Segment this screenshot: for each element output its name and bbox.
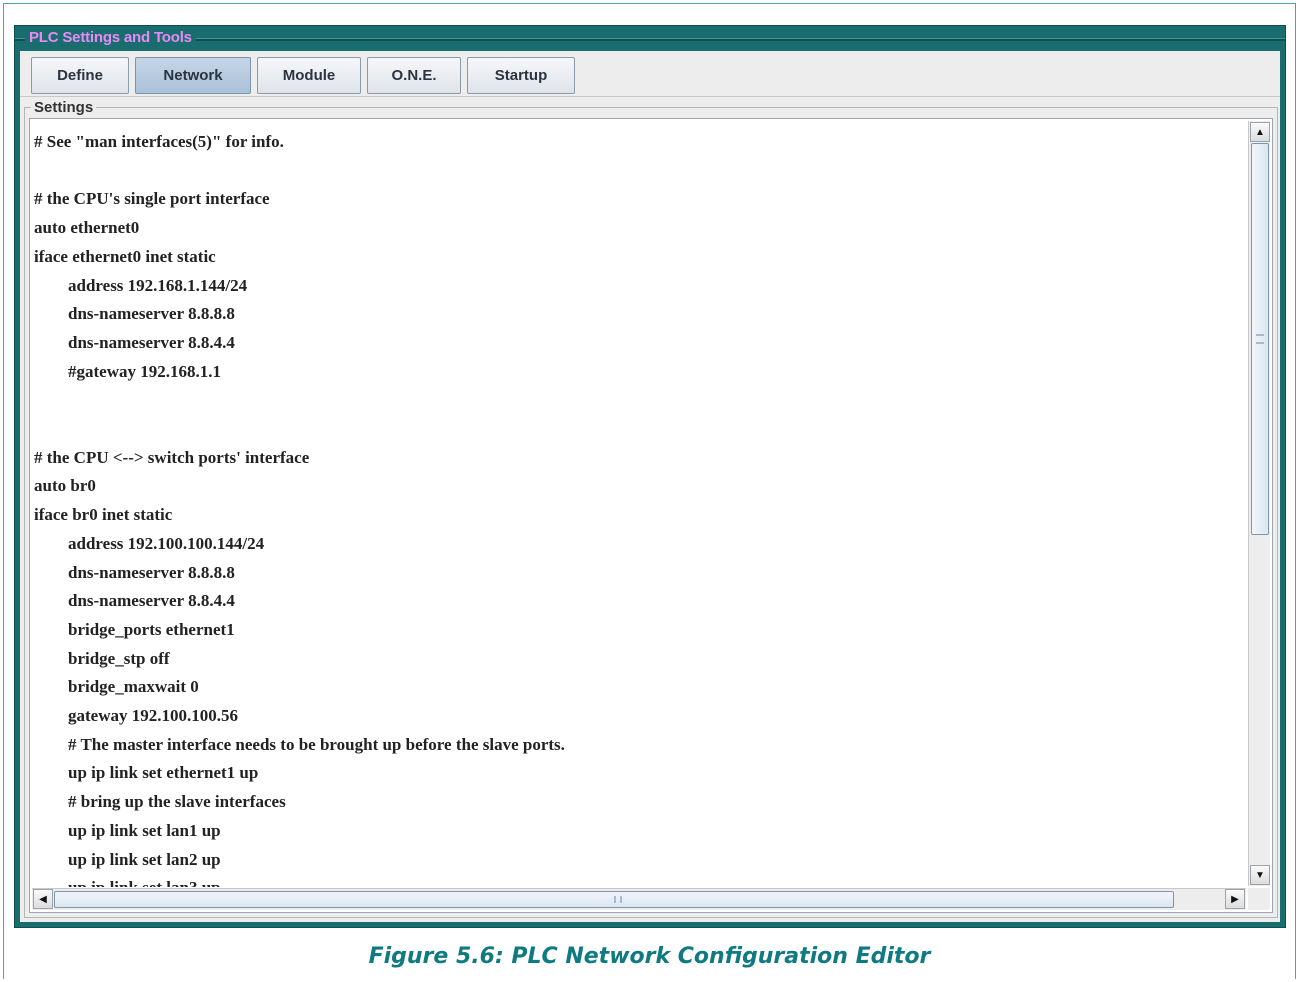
settings-legend: Settings	[31, 99, 97, 116]
config-editor[interactable]: # See "man interfaces(5)" for info. # th…	[29, 118, 1273, 913]
scroll-down-icon[interactable]: ▼	[1250, 865, 1270, 885]
window-titlebar: PLC Settings and Tools	[15, 26, 1285, 50]
horizontal-scroll-thumb[interactable]	[54, 891, 1174, 908]
vertical-scrollbar[interactable]: ▲ ▼	[1248, 121, 1270, 886]
tab-define[interactable]: Define	[31, 57, 129, 94]
tab-startup[interactable]: Startup	[467, 57, 575, 94]
vertical-thumb-grip	[1256, 334, 1264, 344]
tab-module[interactable]: Module	[257, 57, 361, 94]
settings-group: Settings # See "man interfaces(5)" for i…	[24, 99, 1278, 918]
window-content: Define Network Module O.N.E. Startup Set…	[20, 51, 1280, 922]
tab-network[interactable]: Network	[135, 57, 251, 94]
config-text-area[interactable]: # See "man interfaces(5)" for info. # th…	[34, 128, 1240, 887]
tab-bar: Define Network Module O.N.E. Startup	[20, 51, 1280, 97]
plc-settings-window: PLC Settings and Tools Define Network Mo…	[14, 25, 1286, 928]
tab-one[interactable]: O.N.E.	[367, 57, 461, 94]
scroll-up-icon[interactable]: ▲	[1250, 122, 1270, 142]
vertical-scroll-thumb[interactable]	[1251, 143, 1269, 535]
horizontal-scrollbar[interactable]: ◀ ▶	[32, 888, 1246, 910]
titlebar-rule	[15, 38, 1285, 41]
scroll-left-icon[interactable]: ◀	[33, 889, 53, 909]
figure-caption: Figure 5.6: PLC Network Configuration Ed…	[368, 944, 931, 969]
scrollbar-corner	[1248, 888, 1270, 910]
horizontal-thumb-grip	[614, 896, 622, 903]
scroll-right-icon[interactable]: ▶	[1225, 889, 1245, 909]
window-title: PLC Settings and Tools	[25, 29, 196, 46]
